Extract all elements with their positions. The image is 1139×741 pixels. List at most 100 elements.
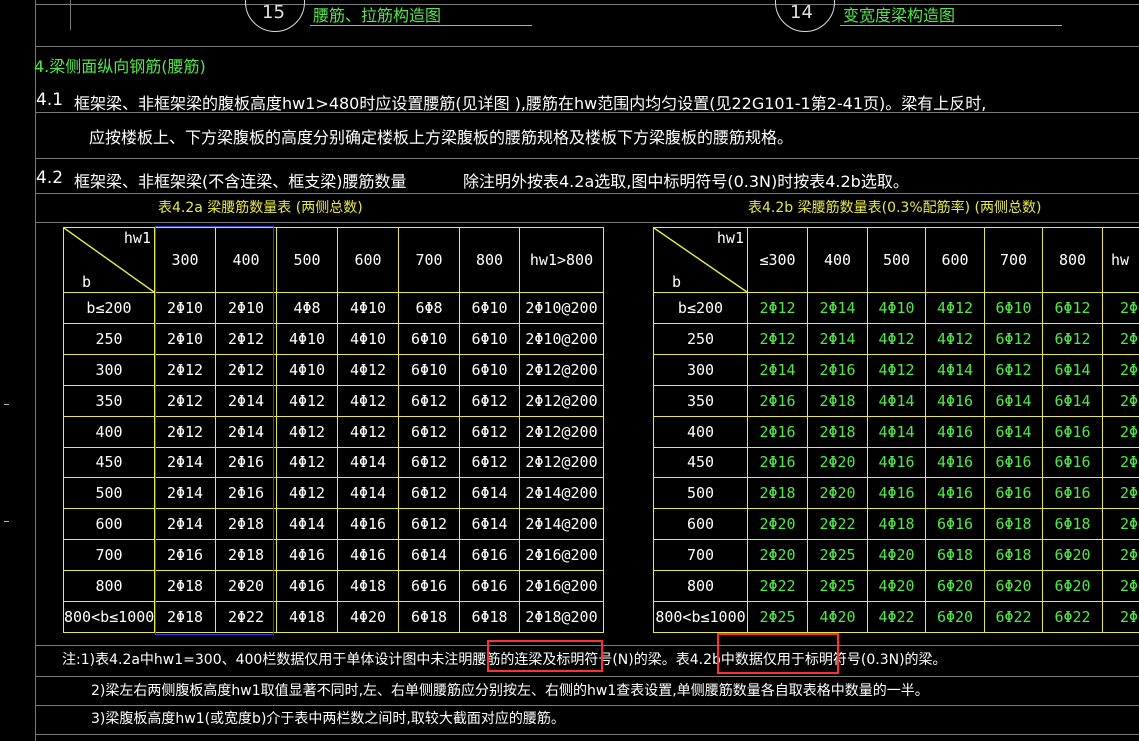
table-cell: 6Φ10 (398, 353, 460, 386)
table-cell: 6Φ12 (398, 477, 460, 510)
table-row: b≤200 2Φ10 2Φ10 4Φ8 4Φ10 6Φ8 6Φ10 2Φ10@200 (63, 292, 604, 324)
column-header: 800 (459, 226, 520, 294)
table-cell: 6Φ14 (1042, 384, 1103, 417)
table-cell: 6Φ16 (1042, 415, 1103, 448)
table-cell: 2Φ16 (747, 384, 808, 417)
table-a-caption: 表4.2a 梁腰筋数量表 (两侧总数) (158, 200, 363, 216)
frame-line (35, 158, 1139, 159)
table-cell: 6Φ22 (984, 600, 1043, 634)
ruler-tick (4, 521, 9, 522)
table-cell: 2Φ10@200 (519, 322, 604, 355)
table-row: 7002Φ202Φ254Φ206Φ186Φ186Φ202Φ20 (653, 539, 1139, 572)
table-cell: 4Φ12 (925, 292, 985, 324)
table-cell: 4Φ18 (337, 570, 399, 602)
table-cell: 2Φ14 (807, 322, 868, 355)
table-cell: 2Φ16 (747, 415, 808, 448)
table-row: 400 2Φ12 2Φ14 4Φ12 4Φ12 6Φ12 6Φ12 2Φ12@200 (63, 415, 604, 448)
table-cell: 4Φ20 (337, 600, 399, 634)
note-3: 3)梁腹板高度hw1(或宽度b)介于表中两栏数之间时,取较大截面对应的腰筋。 (91, 711, 565, 727)
table-cell: 2Φ10@200 (519, 292, 604, 324)
corner-b-label: b (82, 273, 92, 292)
row-header-b: 600 (63, 508, 155, 541)
table-cell: 4Φ20 (867, 570, 926, 602)
table-cell: 2Φ16 (807, 353, 868, 386)
corner-hw-label: hw1 (123, 229, 151, 247)
table-cell: 6Φ12 (459, 446, 520, 479)
table-cell: 4Φ14 (276, 508, 338, 541)
table-cell: 2Φ12@200 (519, 446, 604, 479)
table-cell: 2Φ16 (747, 446, 808, 479)
row-header-b: 500 (653, 477, 748, 510)
table-cell: 2Φ12@200 (519, 384, 604, 417)
table-row: b≤2002Φ122Φ144Φ104Φ126Φ106Φ122Φ12 (653, 292, 1139, 324)
table-cell: 6Φ10 (398, 322, 460, 355)
table-cell: 2Φ12 (747, 292, 808, 324)
table-cell: 6Φ18 (984, 508, 1043, 541)
table-header-row: hw1 b ≤300 400 500 600 700 800 hw (653, 226, 1139, 294)
detail-title-right: 变宽度梁构造图 (843, 6, 956, 25)
table-cell: 6Φ14 (984, 384, 1043, 417)
table-cell: 6Φ12 (459, 384, 520, 417)
table-header-row: hw1 b 300 400 500 600 700 800 hw1>800 (63, 226, 604, 294)
table-cell: 2Φ16@200 (519, 539, 604, 572)
note-2: 2)梁左右两侧腹板高度hw1取值显著不同时,左、右单侧腰筋应分别按左、右侧的hw… (91, 683, 929, 699)
paragraph-text: 框架梁、非框架梁(不含连梁、框支梁)腰筋数量 (74, 172, 407, 191)
row-header-b: 350 (63, 384, 155, 417)
table-cell: 2Φ14 (1102, 384, 1139, 417)
table-cell: 2Φ18 (747, 477, 808, 510)
table-cell: 4Φ18 (276, 600, 338, 634)
row-header-b: 400 (63, 415, 155, 448)
table-cell: 6Φ10 (459, 353, 520, 386)
table-cell: 2Φ16 (1102, 477, 1139, 510)
row-header-b: 250 (653, 322, 748, 355)
table-cell: 4Φ12 (925, 322, 985, 355)
table-cell: 4Φ16 (276, 570, 338, 602)
table-cell: 2Φ22 (807, 508, 868, 541)
column-header: 500 (867, 226, 926, 294)
detail-number-right: 14 (790, 2, 813, 23)
table-cell: 4Φ8 (276, 292, 338, 324)
table-cell: 2Φ25 (807, 570, 868, 602)
table-cell: 6Φ18 (459, 600, 520, 634)
paragraph-text: 框架梁、非框架梁的腹板高度hw1>480时应设置腰筋(见详图 ),腰筋在hw范围… (74, 94, 987, 113)
frame-line (35, 222, 1139, 223)
table-cell: 4Φ12 (276, 477, 338, 510)
table-cell: 2Φ12 (1102, 292, 1139, 324)
corner-hw-label: hw1 (716, 229, 744, 247)
table-cell: 6Φ18 (984, 539, 1043, 572)
corner-b-label: b (672, 273, 682, 292)
column-header: 700 (984, 226, 1043, 294)
table-cell: 2Φ14@200 (519, 508, 604, 541)
table-cell: 4Φ16 (925, 446, 985, 479)
table-cell: 4Φ16 (337, 508, 399, 541)
table-cell: 2Φ12 (1102, 322, 1139, 355)
table-row: 3502Φ162Φ184Φ144Φ166Φ146Φ142Φ14 (653, 384, 1139, 417)
table-cell: 6Φ12 (398, 446, 460, 479)
row-header-b: 350 (653, 384, 748, 417)
row-header-b: 600 (653, 508, 748, 541)
table-cell: 4Φ10 (276, 353, 338, 386)
table-cell: 2Φ25 (1102, 600, 1139, 634)
table-cell: 2Φ18 (807, 415, 868, 448)
table-cell: 6Φ16 (1042, 446, 1103, 479)
table-cell: 2Φ16@200 (519, 570, 604, 602)
table-cell: 4Φ12 (276, 384, 338, 417)
table-cell: 4Φ12 (276, 446, 338, 479)
table-row: 300 2Φ12 2Φ12 4Φ10 4Φ12 6Φ10 6Φ10 2Φ12@200 (63, 353, 604, 386)
table-cell: 6Φ12 (984, 322, 1043, 355)
table-cell: 6Φ18 (398, 600, 460, 634)
paragraph-note: 除注明外按表4.2a选取,图中标明符号(0.3N)时按表4.2b选取。 (463, 172, 909, 191)
table-cell: 2Φ12 (1102, 353, 1139, 386)
table-cell: 6Φ20 (1042, 570, 1103, 602)
table-cell: 4Φ12 (276, 415, 338, 448)
table-b: hw1 b ≤300 400 500 600 700 800 hw b≤200 2… (653, 226, 1139, 634)
corner-header-cell: hw1 b (63, 226, 155, 294)
table-cell: 4Φ16 (867, 446, 926, 479)
table-cell: 2Φ20 (747, 539, 808, 572)
row-header-b: 300 (63, 353, 155, 386)
table-cell: 6Φ8 (398, 292, 460, 324)
table-cell: 4Φ16 (337, 539, 399, 572)
row-header-b: 300 (653, 353, 748, 386)
table-cell: 4Φ20 (867, 539, 926, 572)
frame-line (35, 193, 1139, 194)
